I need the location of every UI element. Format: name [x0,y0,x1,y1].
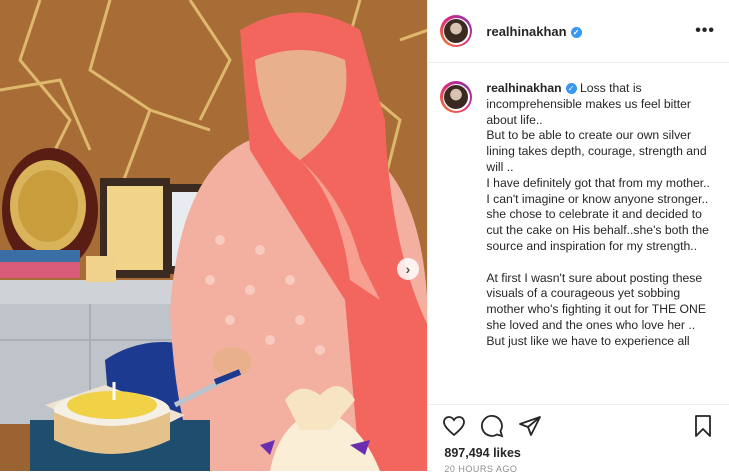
more-options-button[interactable]: ••• [695,22,715,40]
post-header: realhinakhan ✓ ••• [428,0,729,63]
caption-paragraph-5: But just like we have to experience all [486,333,690,348]
photo-illustration [0,0,428,471]
header-username[interactable]: realhinakhan ✓ [486,24,582,39]
chevron-right-icon: › [405,261,411,277]
action-icon-row [428,405,729,438]
caption-area[interactable]: realhinakhan ✓ Loss that is incomprehensi… [428,63,729,403]
instagram-post: › realhinakhan ✓ ••• realhinakhan ✓ Loss… [0,0,729,474]
post-sidebar: realhinakhan ✓ ••• realhinakhan ✓ Loss tha… [427,0,729,474]
caption-avatar-image [444,85,469,109]
header-username-text[interactable]: realhinakhan [486,24,566,39]
caption-paragraph-3: I have definitely got that from my mothe… [486,175,710,253]
avatar[interactable] [440,15,473,47]
caption-username[interactable]: realhinakhan [486,81,561,95]
avatar-ring [442,17,470,45]
comment-icon[interactable] [480,414,504,438]
caption-paragraph-2: But to be able to create our own silver … [486,128,707,174]
caption-verified-badge-icon: ✓ [565,83,577,95]
caption-avatar-ring [442,83,470,111]
verified-badge-icon: ✓ [570,26,582,38]
avatar-image [444,19,469,43]
heart-icon[interactable] [442,414,466,438]
caption-row: realhinakhan ✓ Loss that is incomprehensi… [428,63,729,350]
caption-paragraph-1: realhinakhan ✓ Loss that is incomprehensi… [486,81,715,128]
likes-count[interactable]: 897,494 likes [428,438,729,460]
post-photo[interactable]: › [0,0,428,471]
next-photo-button[interactable]: › [397,258,419,280]
caption-text: realhinakhan ✓ Loss that is incomprehensi… [486,81,715,350]
post-date[interactable]: 20 HOURS AGO [428,460,729,474]
paper-plane-icon[interactable] [518,414,542,438]
post-actions: 897,494 likes 20 HOURS AGO [428,404,729,474]
caption-avatar[interactable] [440,81,473,113]
caption-paragraph-4: At first I wasn't sure about posting the… [486,270,706,332]
bookmark-icon[interactable] [691,414,715,438]
